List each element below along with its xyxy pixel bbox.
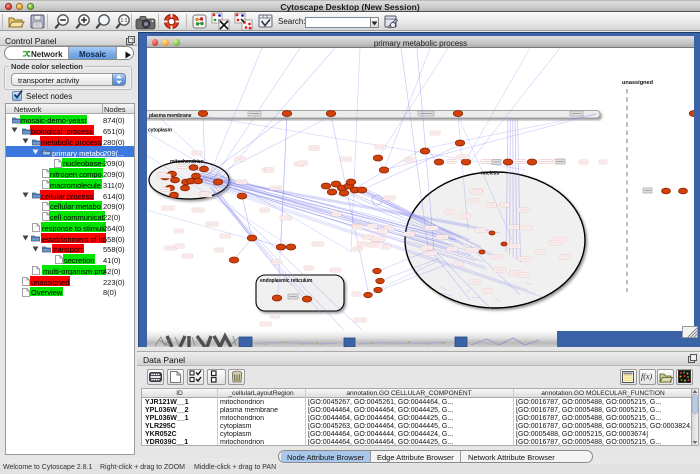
- svg-text:endoplasmic reticulum: endoplasmic reticulum: [260, 278, 313, 284]
- svg-text:plasma membrane: plasma membrane: [149, 113, 192, 119]
- svg-text:cytoplasm: cytoplasm: [148, 128, 172, 134]
- svg-text:1:1: 1:1: [121, 18, 128, 24]
- svg-text:nucleus: nucleus: [481, 171, 500, 177]
- svg-text:unassigned: unassigned: [622, 80, 654, 86]
- svg-text:mitochondrion: mitochondrion: [170, 159, 204, 165]
